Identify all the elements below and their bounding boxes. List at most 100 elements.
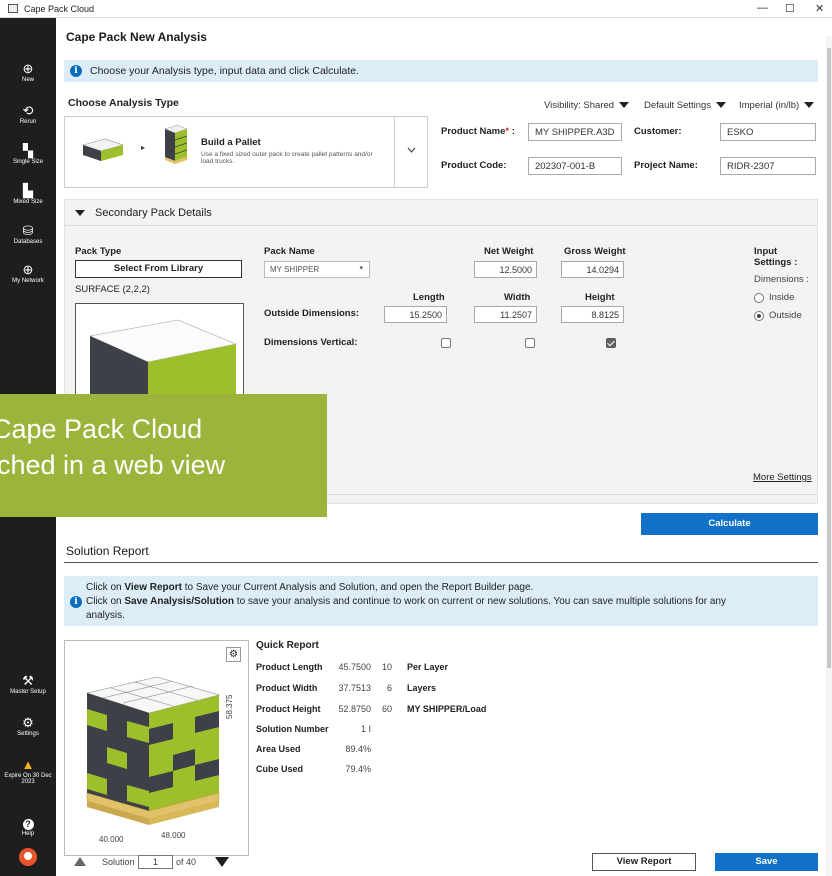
sidebar-item-databases[interactable]: ⛁ Databases — [0, 224, 56, 246]
qr-value: 79.4% — [345, 764, 371, 774]
arrow-right-icon: ▸ — [141, 143, 146, 152]
sidebar-item-label: Mixed Size — [13, 199, 43, 205]
default-settings-dropdown[interactable]: Default Settings — [644, 100, 727, 111]
pallet-3d-image — [85, 676, 221, 825]
vertical-length-checkbox[interactable] — [441, 338, 451, 348]
sidebar-item-label: Databases — [13, 239, 43, 245]
secondary-pack-header[interactable]: Secondary Pack Details — [65, 200, 817, 226]
analysis-type-description: Use a fixed sized outer pack to create p… — [201, 151, 373, 165]
sidebar-item-my-network[interactable]: ⊕ My Network — [0, 263, 56, 285]
sidebar-item-label: Expire On 30 Dec 2023 — [4, 773, 52, 785]
info-icon: i — [70, 65, 82, 77]
sidebar-item-new[interactable]: ⊕ New — [0, 62, 56, 84]
vertical-height-checkbox[interactable] — [606, 338, 616, 348]
sidebar-item-single-size[interactable]: ▚ Single Size — [0, 144, 56, 166]
quick-report-heading: Quick Report — [256, 640, 319, 651]
qr-desc: Layers — [407, 683, 437, 693]
width-label: Width — [504, 292, 531, 303]
title-bar: Cape Pack Cloud — ☐ ✕ — [0, 0, 832, 18]
previous-solution-button[interactable] — [74, 857, 86, 866]
caption-line-1: Cape Pack Cloud — [0, 414, 203, 444]
input-settings-label: Input Settings : — [754, 246, 798, 268]
solution-total: of 40 — [176, 857, 197, 867]
height-input[interactable]: 8.8125 — [561, 306, 624, 323]
select-library-button[interactable]: Select From Library — [75, 260, 242, 278]
vertical-scrollbar[interactable] — [826, 36, 832, 876]
save-analysis-button[interactable]: Save Analysis/Solution — [715, 853, 818, 876]
sidebar-item-mixed-size[interactable]: ▙ Mixed Size — [0, 184, 56, 206]
customer-input[interactable]: ESKO — [720, 123, 816, 141]
close-button[interactable]: ✕ — [815, 2, 824, 15]
sidebar-item-master-setup[interactable]: ⚒ Master Setup — [0, 673, 56, 696]
net-weight-input[interactable]: 12.5000 — [474, 261, 537, 278]
qr-value: 45.7500 — [338, 662, 371, 672]
length-input[interactable]: 15.2500 — [384, 306, 447, 323]
dimension-left-label: 40.000 — [99, 835, 124, 844]
product-code-input[interactable]: 202307-001-B — [528, 157, 622, 175]
project-name-input[interactable]: RIDR-2307 — [720, 157, 816, 175]
solution-divider — [64, 562, 818, 563]
length-label: Length — [413, 292, 445, 303]
analysis-type-title: Build a Pallet — [201, 137, 261, 148]
user-avatar[interactable] — [19, 848, 37, 866]
visibility-dropdown[interactable]: Visibility: Shared — [544, 100, 630, 111]
solution-number-input[interactable]: 1 — [138, 855, 173, 869]
qr-value: 52.8750 — [338, 704, 371, 714]
minimize-button[interactable]: — — [757, 2, 768, 14]
net-weight-label: Net Weight — [484, 246, 534, 257]
qr-label: Product Width — [256, 683, 318, 693]
gear-icon: ⚙ — [229, 649, 238, 660]
next-solution-button[interactable] — [215, 857, 229, 867]
customer-label: Customer: — [634, 126, 682, 137]
project-name-label: Project Name: — [634, 160, 698, 171]
outside-radio[interactable] — [754, 311, 764, 321]
chevron-down-icon — [804, 102, 815, 109]
default-settings-label: Default Settings — [644, 100, 712, 111]
product-name-input[interactable]: MY SHIPPER.A3D — [528, 123, 622, 141]
warning-icon: ▲ — [21, 757, 35, 772]
product-name-label: Product Name* : — [441, 126, 515, 137]
units-dropdown[interactable]: Imperial (in/lb) — [739, 100, 815, 111]
caret-down-icon: ▾ — [359, 265, 363, 272]
solution-info-line-2: Click on Save Analysis/Solution to save … — [86, 596, 726, 607]
analysis-type-selector[interactable]: ▸ Build a Pallet Use a fixed sized outer… — [64, 116, 428, 188]
dimensions-label: Dimensions : — [754, 274, 809, 285]
secondary-pack-title: Secondary Pack Details — [95, 206, 212, 219]
maximize-button[interactable]: ☐ — [785, 2, 795, 15]
view-report-button[interactable]: View Report — [592, 853, 696, 871]
vertical-width-checkbox[interactable] — [525, 338, 535, 348]
calculate-button[interactable]: Calculate — [641, 513, 818, 535]
chevron-down-icon — [716, 102, 727, 109]
info-icon: i — [70, 596, 82, 608]
qr-count: 60 — [381, 704, 392, 714]
sidebar-item-label: Settings — [17, 731, 39, 737]
caption-overlay: Cape Pack Cloud ched in a web view — [0, 394, 327, 517]
inside-label: Inside — [769, 292, 795, 303]
sidebar-item-rerun[interactable]: ⟲ Rerun — [0, 104, 56, 126]
scrollbar-thumb[interactable] — [827, 48, 831, 668]
qr-count: 6 — [386, 683, 392, 693]
sidebar-item-expiry[interactable]: ▲ Expire On 30 Dec 2023 — [0, 757, 56, 786]
pack-name-select[interactable]: MY SHIPPER ▾ — [264, 261, 370, 278]
gross-weight-input[interactable]: 14.0294 — [561, 261, 624, 278]
solution-image: ⚙ 58.375 40.000 48.000 — [64, 640, 249, 856]
dimension-right-label: 48.000 — [161, 831, 186, 840]
caption-line-2: ched in a web view — [0, 450, 226, 480]
analysis-type-toggle[interactable] — [394, 117, 428, 187]
pack-name-label: Pack Name — [264, 246, 315, 257]
qr-value: 37.7513 — [338, 683, 371, 693]
image-settings-button[interactable]: ⚙ — [226, 647, 241, 662]
qr-label: Area Used — [256, 744, 301, 754]
info-text: Choose your Analysis type, input data an… — [90, 65, 360, 77]
wrench-icon: ⚒ — [22, 673, 34, 688]
more-settings-link[interactable]: More Settings — [753, 472, 812, 483]
sidebar-item-settings[interactable]: ⚙ Settings — [0, 716, 56, 738]
sidebar-item-label: Master Setup — [10, 689, 46, 695]
gross-weight-label: Gross Weight — [564, 246, 626, 257]
product-code-label: Product Code: — [441, 160, 507, 171]
solution-label: Solution — [102, 857, 135, 867]
inside-radio[interactable] — [754, 293, 764, 303]
sidebar-item-help[interactable]: ? Help — [0, 816, 56, 837]
width-input[interactable]: 11.2507 — [474, 306, 537, 323]
dimension-height-label: 58.375 — [225, 694, 234, 719]
